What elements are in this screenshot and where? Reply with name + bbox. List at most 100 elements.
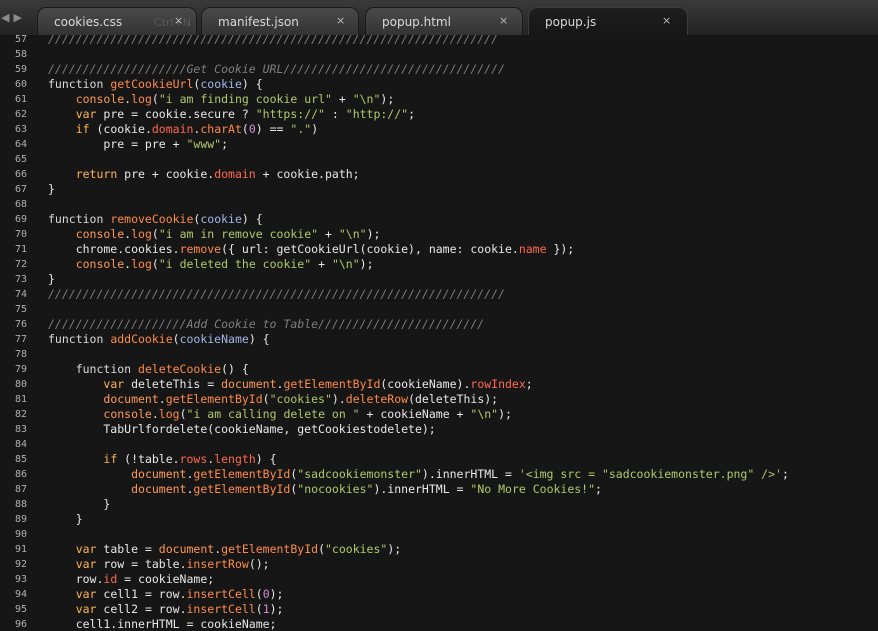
code-line[interactable]: 69 function removeCookie(cookie) { (0, 212, 878, 227)
code-line[interactable]: 57 //////////////////////////////////////… (0, 35, 878, 47)
code-line[interactable]: 72 console.log("i deleted the cookie" + … (0, 257, 878, 272)
code-token: + (331, 92, 353, 106)
code-line[interactable]: 92 var row = table.insertRow(); (0, 557, 878, 572)
code-token: id (103, 572, 118, 586)
code-token: domain (151, 122, 194, 136)
code-line[interactable]: 80 var deleteThis = document.getElementB… (0, 377, 878, 392)
tab-nav-arrows: ◀ ▶ (1, 11, 31, 25)
line-number: 91 (14, 544, 27, 555)
code-token: cell1 = row. (96, 587, 187, 601)
tab-cookies-css[interactable]: cookies.css Ctrl+N × (37, 7, 197, 35)
tab-bar: ◀ ▶ cookies.css Ctrl+N × manifest.json ×… (0, 0, 878, 36)
tab-scroll-right-icon[interactable]: ▶ (13, 11, 21, 25)
code-line[interactable]: 59 ////////////////////Get Cookie URL////… (0, 62, 878, 77)
code-line[interactable]: 79 function deleteCookie() { (0, 362, 878, 377)
code-line[interactable]: 85 if (!table.rows.length) { (0, 452, 878, 467)
code-line[interactable]: 96 cell1.innerHTML = cookieName; (0, 617, 878, 631)
close-tab-icon[interactable]: × (174, 14, 183, 27)
code-line[interactable]: 81 document.getElementById("cookies").de… (0, 392, 878, 407)
code-token: console (75, 227, 125, 241)
code-text: document.getElementById("cookies").delet… (48, 392, 498, 407)
code-token: domain (214, 167, 256, 181)
line-number: 88 (14, 499, 27, 510)
code-token: ; (221, 137, 229, 151)
code-line[interactable]: 66 return pre + cookie.domain + cookie.p… (0, 167, 878, 182)
code-token: 1 (262, 602, 270, 616)
code-line[interactable]: 58 (0, 47, 878, 62)
code-token: getElementById (193, 467, 291, 481)
code-line[interactable]: 63 if (cookie.domain.charAt(0) == ".") (0, 122, 878, 137)
code-line[interactable]: 93 row.id = cookieName; (0, 572, 878, 587)
code-line[interactable]: 91 var table = document.getElementById("… (0, 542, 878, 557)
code-token: insertRow (186, 557, 249, 571)
code-line[interactable]: 62 var pre = cookie.secure ? "https://" … (0, 107, 878, 122)
code-line[interactable]: 77 function addCookie(cookieName) { (0, 332, 878, 347)
tab-manifest-json[interactable]: manifest.json × (201, 7, 359, 35)
code-line[interactable]: 71 chrome.cookies.remove({ url: getCooki… (0, 242, 878, 257)
code-token: (!table. (117, 452, 180, 466)
code-text: if (cookie.domain.charAt(0) == ".") (48, 122, 318, 137)
code-line[interactable]: 82 console.log("i am calling delete on "… (0, 407, 878, 422)
line-number: 75 (14, 304, 27, 315)
code-token: var (103, 377, 125, 391)
line-number: 67 (14, 184, 27, 195)
code-token: "i am finding cookie url" (158, 92, 332, 106)
code-token: getCookieUrl (110, 77, 194, 91)
code-token: "sadcookiemonster" (297, 467, 422, 481)
code-line[interactable]: 76 ////////////////////Add Cookie to Tabl… (0, 317, 878, 332)
code-line[interactable]: 88 } (0, 497, 878, 512)
code-token: function (48, 212, 111, 226)
code-token: var (75, 107, 97, 121)
code-line[interactable]: 60 function getCookieUrl(cookie) { (0, 77, 878, 92)
code-token: var (75, 602, 97, 616)
code-line[interactable]: 73} (0, 272, 878, 287)
code-line[interactable]: 65 (0, 152, 878, 167)
code-token: addCookie (110, 332, 173, 346)
code-line[interactable]: 75 (0, 302, 878, 317)
code-token: } (48, 512, 83, 526)
line-number: 80 (14, 379, 27, 390)
code-line[interactable]: 67} (0, 182, 878, 197)
code-line[interactable]: 74 //////////////////////////////////////… (0, 287, 878, 302)
code-line[interactable]: 89 } (0, 512, 878, 527)
code-token: ); (498, 407, 512, 421)
close-tab-icon[interactable]: × (499, 14, 508, 27)
code-line[interactable]: 95 var cell2 = row.insertCell(1); (0, 602, 878, 617)
close-tab-icon[interactable]: × (662, 14, 671, 27)
code-line[interactable]: 61 console.log("i am finding cookie url"… (0, 92, 878, 107)
close-tab-icon[interactable]: × (336, 14, 345, 27)
code-line[interactable]: 86 document.getElementById("sadcookiemon… (0, 467, 878, 482)
code-line[interactable]: 68 (0, 197, 878, 212)
code-line[interactable]: 94 var cell1 = row.insertCell(0); (0, 587, 878, 602)
code-line[interactable]: 87 document.getElementById("nocookies").… (0, 482, 878, 497)
line-number: 65 (14, 154, 27, 165)
code-token: ); (366, 227, 381, 241)
code-token: log (131, 227, 152, 241)
code-line[interactable]: 70 console.log("i am in remove cookie" +… (0, 227, 878, 242)
line-number: 84 (14, 439, 27, 450)
code-token: ( (151, 227, 159, 241)
code-token: "No More Cookies!" (470, 482, 596, 496)
code-token: "\n" (470, 407, 499, 421)
code-token: document (158, 542, 215, 556)
tab-scroll-left-icon[interactable]: ◀ (1, 11, 9, 25)
code-editor[interactable]: 57 //////////////////////////////////////… (0, 35, 878, 631)
code-line[interactable]: 78 (0, 347, 878, 362)
tab-popup-html[interactable]: popup.html × (365, 7, 523, 35)
line-number: 62 (14, 109, 27, 120)
code-token: ; (595, 482, 602, 496)
tab-popup-js[interactable]: popup.js × (528, 7, 688, 36)
code-token: removeCookie (110, 212, 194, 226)
code-token: (); (248, 557, 270, 571)
code-line[interactable]: 64 pre = pre + "www"; (0, 137, 878, 152)
code-line[interactable]: 84 (0, 437, 878, 452)
code-text: } (48, 512, 83, 527)
code-line[interactable]: 83 TabUrlfordelete(cookieName, getCookie… (0, 422, 878, 437)
line-number: 70 (14, 229, 27, 240)
line-number: 59 (14, 64, 27, 75)
code-line[interactable]: 90 (0, 527, 878, 542)
line-number: 89 (14, 514, 27, 525)
